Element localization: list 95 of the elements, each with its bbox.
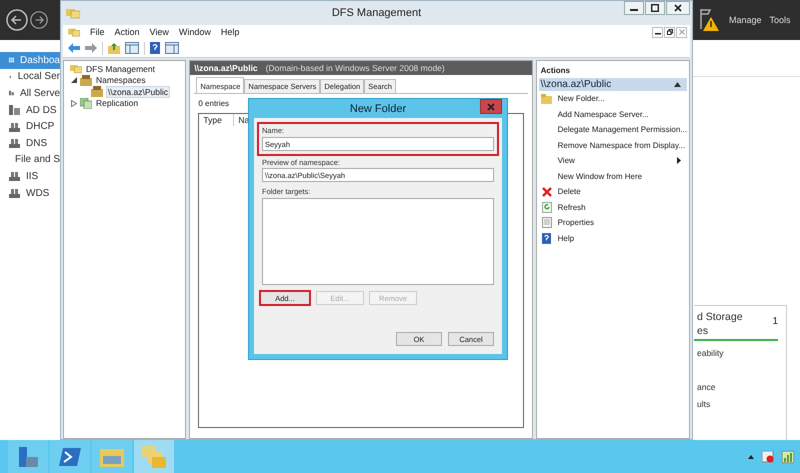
back-icon[interactable] [6, 9, 28, 31]
task-link[interactable]: Remove Namespace from Display... [558, 140, 686, 150]
warning-flag-icon[interactable] [699, 7, 721, 33]
namespace-icon [80, 74, 92, 86]
app-icon [68, 27, 80, 37]
role-icon [9, 122, 20, 132]
tree-item[interactable]: Namespaces [95, 75, 147, 86]
show-hidden-icons-icon[interactable] [748, 454, 754, 458]
app-icon [66, 7, 80, 19]
forward-icon[interactable] [30, 11, 48, 29]
close-button[interactable] [666, 1, 690, 15]
servers-icon [9, 105, 20, 116]
namespace-mode: (Domain-based in Windows Server 2008 mode) [266, 63, 445, 73]
role-icon [9, 188, 20, 198]
task-link[interactable]: Delegate Management Permission... [558, 125, 687, 134]
task-link[interactable]: Help [558, 234, 574, 243]
servers-icon [9, 88, 14, 98]
grid-icon [9, 55, 14, 66]
close-icon [674, 4, 682, 12]
column-header[interactable]: Type [199, 114, 234, 126]
tile-count: 1 [772, 315, 778, 329]
taskbar-button[interactable] [8, 440, 48, 473]
task-link[interactable]: Add Namespace Server... [558, 110, 649, 119]
tile-row[interactable]: ance [694, 379, 786, 396]
back-arrow-icon[interactable] [68, 43, 80, 53]
up-folder-icon[interactable] [108, 42, 120, 54]
menu-item[interactable]: Manage [729, 15, 762, 25]
nav-item[interactable]: IIS [0, 168, 60, 185]
tile-row[interactable]: ults [694, 396, 786, 413]
nav-item[interactable]: AD DS [0, 102, 60, 118]
folders-icon [142, 446, 166, 468]
namespace-icon [91, 86, 103, 98]
network-icon[interactable] [782, 450, 794, 462]
nav-item[interactable]: DNS [0, 134, 60, 152]
forward-arrow-icon[interactable] [85, 43, 97, 53]
task-link[interactable]: Delete [558, 187, 581, 196]
close-icon [678, 29, 684, 35]
close-icon [487, 102, 495, 110]
task-link[interactable]: View [558, 156, 575, 166]
tile-row[interactable]: eability [694, 345, 786, 362]
server-manager-icon [17, 446, 39, 468]
nav-item[interactable]: All Serve [0, 85, 60, 102]
menu-item[interactable]: Help [220, 27, 240, 37]
expanded-arrow-icon[interactable] [71, 77, 77, 84]
replication-icon [80, 98, 92, 109]
pane-title: Actions [540, 65, 571, 77]
maximize-button[interactable] [645, 1, 665, 15]
menu-item[interactable]: Window [178, 27, 211, 37]
section-header[interactable]: \\zona.az\Public [538, 78, 687, 91]
tree-item[interactable]: \\zona.az\Public [106, 86, 170, 98]
collapse-icon [674, 82, 681, 87]
task-link[interactable]: Refresh [558, 202, 586, 212]
submenu-arrow-icon [677, 157, 681, 164]
nav-item[interactable]: DHCP [0, 118, 60, 135]
entry-count: 0 entries [198, 99, 230, 108]
collapsed-arrow-icon[interactable] [71, 100, 77, 107]
minimize-button[interactable] [624, 1, 644, 15]
tree-item[interactable]: Replication [95, 98, 140, 108]
folder-icon [541, 94, 552, 104]
action-center-icon[interactable] [762, 450, 774, 462]
tile-title: d Storage [697, 310, 743, 324]
tree-item[interactable]: DFS Management [85, 64, 156, 74]
folders-icon [70, 63, 82, 74]
console-tree-icon[interactable] [125, 42, 139, 54]
powershell-icon [59, 448, 81, 466]
menu-item[interactable]: Action [114, 27, 140, 37]
role-icon [9, 171, 20, 182]
folder-icon [100, 446, 124, 466]
minimize-button[interactable] [652, 26, 663, 38]
menu-item[interactable]: File [90, 27, 105, 37]
role-icon [9, 138, 20, 148]
menu-item[interactable]: View [150, 27, 169, 37]
delete-icon [542, 186, 552, 197]
nav-item[interactable]: Local Ser [0, 68, 60, 86]
tile-title: es [697, 324, 710, 338]
help-icon[interactable] [150, 42, 160, 54]
task-link[interactable]: New Folder... [558, 94, 605, 104]
nav-item[interactable]: WDS [0, 184, 60, 202]
properties-icon [542, 217, 552, 228]
maximize-icon [651, 4, 659, 12]
restore-icon [666, 29, 672, 35]
menu-item[interactable]: Tools [770, 15, 791, 25]
action-pane-icon[interactable] [165, 42, 179, 54]
section-title: \\zona.az\Public [540, 79, 612, 90]
task-link[interactable]: Properties [558, 218, 594, 228]
nav-item[interactable]: File and S [0, 152, 60, 168]
targets-list[interactable] [262, 198, 494, 285]
dialog-title: New Folder [350, 102, 406, 114]
window-title: DFS Management [332, 7, 422, 19]
restore-button[interactable] [664, 26, 675, 38]
refresh-icon [542, 202, 552, 213]
help-icon [542, 232, 552, 244]
task-link[interactable]: New Window from Here [558, 172, 642, 181]
namespace-path: \\zona.az\Public [194, 63, 258, 73]
taskbar-button[interactable] [50, 440, 90, 473]
